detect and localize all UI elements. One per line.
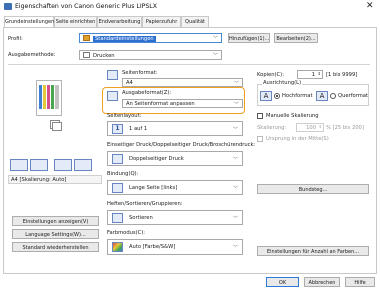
window-title: Eigenschaften von Canon Generic Plus LIP… (15, 3, 157, 10)
chevron-down-icon: ﹀ (232, 245, 238, 251)
spinner-icon[interactable]: ⇕ (319, 124, 322, 129)
chevron-down-icon: ﹀ (212, 36, 218, 42)
divider (8, 64, 370, 65)
color-count-button[interactable]: Einstellungen für Anzahl an Farben... (257, 246, 369, 256)
scaling-stepper[interactable]: 100 ⇕ (296, 123, 324, 132)
chevron-down-icon: ﹀ (233, 102, 239, 108)
landscape-label: Querformat (338, 93, 369, 99)
profile-select[interactable]: Standardeinstellungen ﹀ (79, 33, 222, 43)
output-method-select[interactable]: Drucken ﹀ (79, 50, 222, 60)
duplex-select[interactable]: Doppelseitiger Druck ﹀ (107, 151, 243, 166)
page-layout-icon: 1 (112, 124, 123, 134)
page-format-value: A4 (126, 80, 133, 86)
duplex-label: Einseitiger Druck/Doppelseitiger Druck/B… (107, 142, 256, 148)
chevron-down-icon: ﹀ (233, 81, 239, 87)
copies-stepper[interactable]: 1 ⇕ (297, 70, 323, 79)
output-format-label: Ausgabeformat(Z): (122, 90, 172, 96)
page-preview (12, 74, 92, 156)
title-bar: Eigenschaften von Canon Generic Plus LIP… (0, 0, 380, 14)
add-profile-button[interactable]: Hinzufügen(1)... (228, 33, 270, 43)
edit-profile-button[interactable]: Bearbeiten(2)... (274, 33, 318, 43)
scaling-label: Skalierung: (257, 125, 287, 131)
sort-value: Sortieren (129, 215, 153, 221)
preview-page (36, 80, 62, 116)
tab-seite-einrichten[interactable]: Seite einrichten (54, 16, 97, 27)
spinner-icon[interactable]: ⇕ (318, 71, 321, 76)
page-layout-value: 1 auf 1 (129, 126, 148, 132)
profile-label: Profil: (8, 36, 23, 42)
output-format-value: An Seitenformat anpassen (126, 101, 195, 107)
output-format-select[interactable]: An Seitenformat anpassen ﹀ (122, 99, 243, 108)
ok-button[interactable]: OK (266, 277, 299, 287)
chevron-down-icon: ﹀ (232, 216, 238, 222)
duplex-icon (30, 159, 48, 171)
printer-icon (4, 3, 12, 10)
output-format-icon (107, 91, 118, 101)
language-settings-button[interactable]: Language Settings(W)... (12, 229, 99, 239)
printer-small-icon (83, 52, 90, 58)
cancel-button[interactable]: Abbrechen (304, 277, 340, 287)
page-layout-label: Seitenlayout: (107, 113, 142, 119)
page-format-label: Seitenformat: (122, 70, 158, 76)
scaling-range: % [25 bis 200] (326, 125, 364, 131)
color-mode-select[interactable]: Auto [Farbe/S&W] ﹀ (107, 239, 243, 255)
chevron-down-icon: ﹀ (232, 186, 238, 192)
staple-icon (54, 159, 72, 171)
profile-icon (83, 35, 90, 41)
tab-papierzufuhr[interactable]: Papierzufuhr (142, 16, 181, 27)
close-icon[interactable]: ✕ (366, 1, 374, 11)
landscape-icon: A (316, 91, 328, 101)
binding-label: Bindung(Q): (107, 171, 139, 177)
output-method-label: Ausgabemethode: (8, 52, 56, 58)
profile-value: Standardeinstellungen (93, 36, 156, 42)
binding-select[interactable]: Lange Seite [links] ﹀ (107, 180, 243, 195)
chevron-down-icon: ﹀ (232, 127, 238, 133)
sort-label: Heften/Sortieren/Gruppieren: (107, 201, 183, 207)
portrait-label: Hochformat (282, 93, 313, 99)
page-layout-select[interactable]: 1 1 auf 1 ﹀ (107, 121, 243, 136)
manual-scaling-label: Manuelle Skalierung (266, 113, 319, 119)
page-format-icon (107, 70, 118, 80)
page-format-select[interactable]: A4 ﹀ (122, 78, 243, 87)
color-mode-icon (112, 242, 123, 252)
orientation-label: Ausrichtung(L) (262, 80, 303, 86)
layout-icon (10, 159, 28, 171)
tab-endverarbeitung[interactable]: Endverarbeitung (97, 16, 142, 27)
origin-center-label: Ursprung in der Mitte(S) (266, 136, 329, 142)
chevron-down-icon: ﹀ (212, 53, 218, 59)
scaling-value: 100 (306, 125, 316, 131)
show-settings-button[interactable]: Einstellungen anzeigen(V) (12, 216, 99, 226)
binding-icon (74, 159, 92, 171)
portrait-icon: A (260, 91, 272, 101)
copies-label: Kopien(C): (257, 72, 284, 78)
restore-defaults-button[interactable]: Standard wiederherstellen (12, 242, 99, 252)
portrait-radio[interactable] (274, 93, 280, 99)
landscape-radio[interactable] (330, 93, 336, 99)
binding-value: Lange Seite [links] (129, 185, 178, 191)
copies-value: 1 (311, 72, 315, 78)
chevron-down-icon: ﹀ (232, 157, 238, 163)
gutter-button[interactable]: Bundsteg... (257, 184, 369, 194)
origin-center-checkbox[interactable] (257, 136, 263, 142)
output-method-value: Drucken (93, 53, 115, 59)
tab-qualitaet[interactable]: Qualität (181, 16, 209, 27)
manual-scaling-checkbox[interactable] (257, 113, 263, 119)
color-mode-label: Farbmodus(C): (107, 230, 146, 236)
copies-range: [1 bis 9999] (326, 72, 358, 78)
duplex-page-icon (112, 154, 123, 164)
preview-icons (10, 159, 100, 173)
duplex-value: Doppelseitiger Druck (129, 156, 184, 162)
help-button[interactable]: Hilfe (345, 277, 375, 287)
binding-page-icon (112, 183, 123, 193)
color-mode-value: Auto [Farbe/S&W] (129, 244, 176, 250)
preview-caption: A4 [Skalierung: Auto] (8, 175, 102, 184)
sort-icon (112, 213, 123, 223)
sort-select[interactable]: Sortieren ﹀ (107, 210, 243, 225)
